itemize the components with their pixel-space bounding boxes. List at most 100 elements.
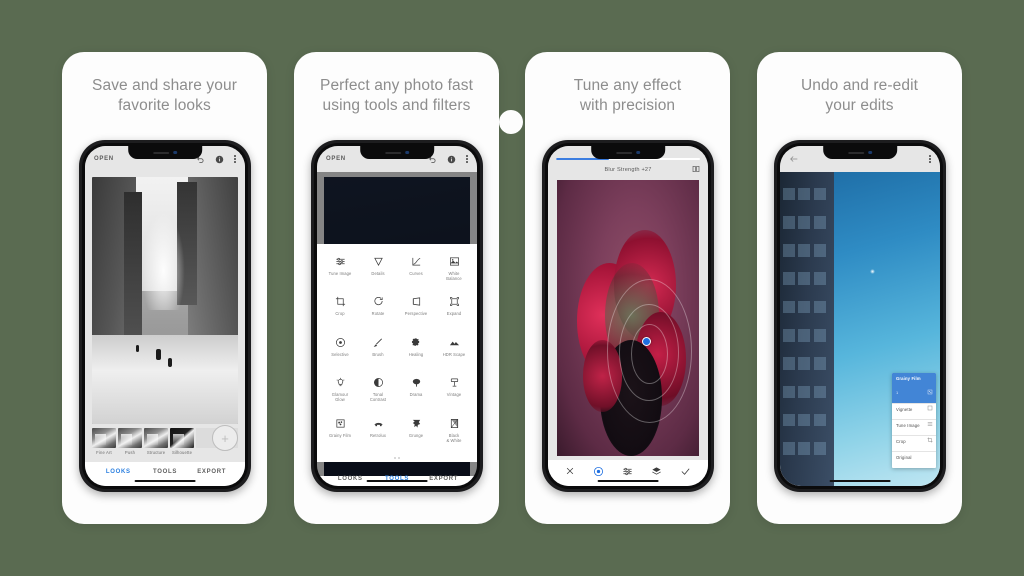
tool-black-and-white[interactable]: Black & White	[435, 414, 473, 454]
home-indicator	[366, 479, 428, 482]
tool-drama[interactable]: Drama	[397, 373, 435, 413]
tool-label: White Balance	[446, 271, 462, 281]
overflow-menu-icon[interactable]	[929, 154, 931, 164]
tool-label: Grainy Film	[328, 432, 352, 438]
white-balance-icon	[449, 255, 460, 268]
tool-hdr-scape[interactable]: HDR Scape	[435, 333, 473, 373]
tool-crop[interactable]: Crop	[321, 292, 359, 332]
close-icon[interactable]	[565, 466, 575, 476]
tool-label: Grunge	[408, 432, 424, 438]
tool-label: Rotate	[371, 311, 385, 317]
photo-canvas-1[interactable]	[92, 177, 238, 424]
tool-tune-image[interactable]: Tune Image	[321, 252, 359, 292]
photo-canvas-3[interactable]	[557, 180, 699, 456]
sliders-icon[interactable]	[622, 466, 633, 477]
edit-stack-item-original[interactable]: Original	[892, 452, 936, 468]
tool-grainy-film[interactable]: Grainy Film	[321, 414, 359, 454]
tool-grunge[interactable]: Grunge	[397, 414, 435, 454]
building-left-2	[124, 191, 142, 336]
tool-label: Retrolux	[369, 432, 387, 438]
tool-selective[interactable]: Selective	[321, 333, 359, 373]
open-button[interactable]: OPEN	[94, 156, 114, 162]
filter-preview	[118, 428, 142, 448]
filter-thumb-fine-art[interactable]: Fine Art	[92, 428, 116, 455]
pedestrian	[156, 348, 162, 360]
photo-canvas-4[interactable]: Grainy Film 1 Vignette Tune Image Crop O…	[780, 172, 940, 486]
speaker-slot	[848, 151, 865, 154]
vintage-icon	[449, 376, 460, 389]
tool-label: HDR Scape	[442, 351, 466, 357]
edit-item-label: Original	[896, 455, 912, 460]
filter-label: Fine Art	[96, 450, 112, 455]
filter-label: Structure	[146, 450, 166, 455]
card-overlap-notch	[499, 110, 523, 134]
edit-item-label: Grainy Film	[896, 375, 921, 381]
tool-vintage[interactable]: Vintage	[435, 373, 473, 413]
phone-mockup-3: Blur Strength +27	[542, 140, 714, 492]
brush-icon	[373, 336, 384, 349]
effect-toolbar	[548, 460, 708, 486]
looks-filmstrip[interactable]: Fine Art Push Structure Silhouette +	[85, 424, 245, 462]
tool-rotate[interactable]: Rotate	[359, 292, 397, 332]
selective-icon	[335, 336, 346, 349]
filter-thumb-structure[interactable]: Structure	[144, 428, 168, 455]
lens-flare	[869, 269, 875, 275]
selective-ring-inner	[630, 323, 668, 385]
tool-perspective[interactable]: Perspective	[397, 292, 435, 332]
filter-preview	[144, 428, 168, 448]
hdr-scape-icon	[449, 336, 460, 349]
phone-notch	[823, 146, 897, 159]
tool-brush[interactable]: Brush	[359, 333, 397, 373]
filter-thumb-silhouette[interactable]: Silhouette	[170, 428, 194, 455]
tool-white-balance[interactable]: White Balance	[435, 252, 473, 292]
tonal-contrast-icon	[373, 376, 384, 389]
speaker-slot	[616, 151, 633, 154]
tool-label: Drama	[409, 392, 423, 398]
tool-label: Glamour Glow	[331, 392, 349, 403]
tool-label: Expand	[446, 311, 462, 317]
overflow-menu-icon[interactable]	[234, 154, 236, 164]
promo-stage: Save and share your favorite looks OPEN	[0, 0, 1024, 576]
feature-card-2: Perfect any photo fast using tools and f…	[294, 52, 499, 524]
info-icon[interactable]	[447, 155, 456, 164]
tool-retrolux[interactable]: Retrolux	[359, 414, 397, 454]
tools-panel: Tune Image Details Curves White Balance …	[317, 244, 477, 462]
front-camera	[636, 150, 640, 155]
perspective-icon	[411, 295, 422, 308]
tab-looks[interactable]: LOOKS	[95, 469, 142, 475]
tool-curves[interactable]: Curves	[397, 252, 435, 292]
add-look-button[interactable]: +	[212, 425, 238, 451]
more-tools-indicator	[321, 454, 473, 462]
stack-icon[interactable]	[651, 466, 662, 477]
control-point-icon[interactable]	[593, 466, 604, 477]
filter-thumb-push[interactable]: Push	[118, 428, 142, 455]
overflow-menu-icon[interactable]	[466, 154, 468, 164]
tool-label: Crop	[335, 311, 345, 317]
tab-tools[interactable]: TOOLS	[142, 469, 189, 475]
tools-grid: Tune Image Details Curves White Balance …	[321, 252, 473, 454]
tool-details[interactable]: Details	[359, 252, 397, 292]
back-arrow-icon[interactable]	[789, 154, 799, 164]
tool-label: Black & White	[446, 432, 462, 443]
feature-card-1: Save and share your favorite looks OPEN	[62, 52, 267, 524]
tool-tonal-contrast[interactable]: Tonal Contrast	[359, 373, 397, 413]
tab-export[interactable]: EXPORT	[188, 469, 235, 475]
expand-icon	[449, 295, 460, 308]
grunge-icon	[411, 417, 422, 430]
check-icon[interactable]	[680, 466, 691, 477]
tool-glamour-glow[interactable]: Glamour Glow	[321, 373, 359, 413]
crop-icon	[335, 295, 346, 308]
sliders-icon	[335, 255, 346, 268]
tool-expand[interactable]: Expand	[435, 292, 473, 332]
compare-icon[interactable]	[692, 165, 700, 173]
tool-healing[interactable]: Healing	[397, 333, 435, 373]
info-icon[interactable]	[215, 155, 224, 164]
open-button[interactable]: OPEN	[326, 156, 346, 162]
feature-card-3: Tune any effect with precision Blur Stre…	[525, 52, 730, 524]
glass-building	[780, 172, 835, 486]
filter-label: Push	[124, 450, 136, 455]
phone-mockup-2: OPEN Tune Image Details Curves White Bal…	[311, 140, 483, 492]
filter-preview	[92, 428, 116, 448]
home-indicator	[134, 479, 196, 482]
edit-stack-item-crop[interactable]: Crop	[892, 436, 936, 452]
